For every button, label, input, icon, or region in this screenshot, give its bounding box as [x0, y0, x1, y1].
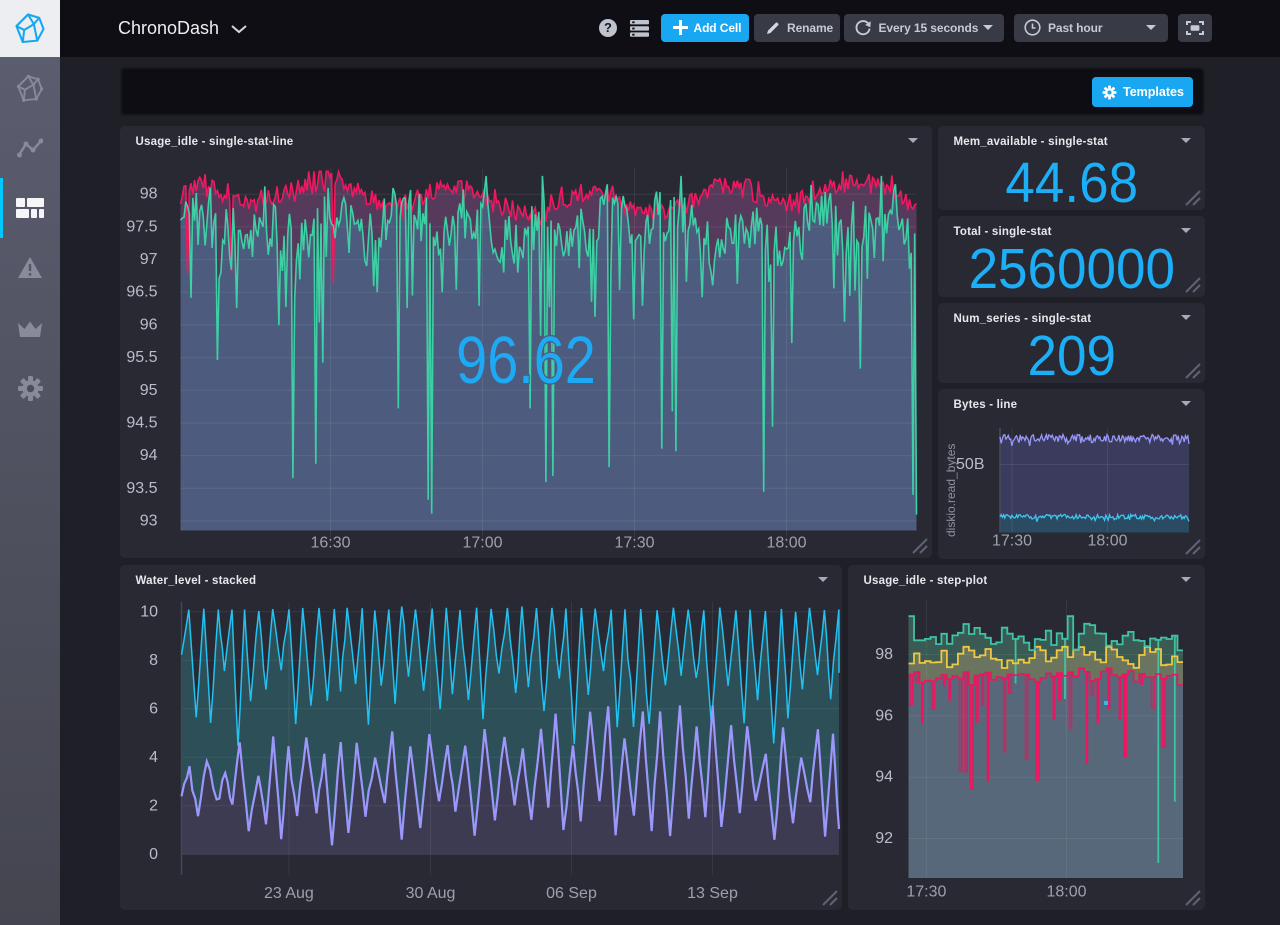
svg-text:97.5: 97.5 [126, 218, 157, 235]
svg-text:30 Aug: 30 Aug [405, 885, 455, 902]
svg-text:17:30: 17:30 [614, 534, 654, 551]
svg-text:13 Sep: 13 Sep [687, 885, 738, 902]
svg-text:17:00: 17:00 [462, 534, 502, 551]
svg-text:96.5: 96.5 [126, 283, 157, 300]
svg-text:17:30: 17:30 [906, 883, 946, 900]
svg-text:94.5: 94.5 [126, 414, 157, 431]
svg-text:94: 94 [139, 447, 157, 464]
svg-text:93.5: 93.5 [126, 479, 157, 496]
svg-text:4: 4 [149, 748, 158, 765]
svg-text:50B: 50B [956, 456, 984, 473]
svg-text:6: 6 [149, 700, 158, 717]
svg-text:0: 0 [149, 845, 158, 862]
svg-text:95.5: 95.5 [126, 349, 157, 366]
svg-text:10: 10 [140, 603, 158, 620]
svg-text:96: 96 [875, 707, 893, 724]
svg-text:2: 2 [149, 797, 158, 814]
svg-text:98: 98 [875, 646, 893, 663]
svg-text:8: 8 [149, 651, 158, 668]
svg-text:17:30: 17:30 [991, 532, 1031, 549]
svg-text:16:30: 16:30 [310, 534, 350, 551]
svg-text:95: 95 [139, 381, 157, 398]
svg-text:18:00: 18:00 [766, 534, 806, 551]
svg-text:96: 96 [139, 316, 157, 333]
svg-text:18:00: 18:00 [1046, 883, 1086, 900]
svg-text:23 Aug: 23 Aug [263, 885, 313, 902]
svg-text:97: 97 [139, 251, 157, 268]
svg-text:92: 92 [875, 830, 893, 847]
svg-text:06 Sep: 06 Sep [546, 885, 597, 902]
svg-text:18:00: 18:00 [1087, 532, 1127, 549]
svg-text:93: 93 [139, 512, 157, 529]
svg-text:94: 94 [875, 768, 893, 785]
svg-text:98: 98 [139, 185, 157, 202]
